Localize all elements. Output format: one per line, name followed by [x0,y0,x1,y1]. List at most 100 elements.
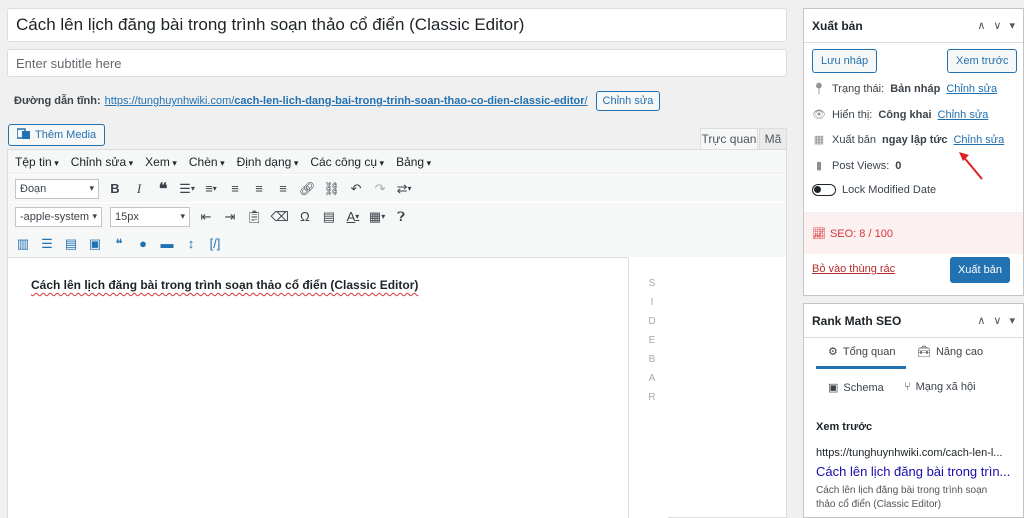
link-icon[interactable]: 🔗︎ [296,178,319,200]
collapse-icon[interactable]: ▾ [1009,19,1015,32]
post-views-row: ▮ Post Views: 0 [812,159,901,173]
undo-icon[interactable]: ↶ [345,178,367,200]
permalink-label: Đường dẫn tĩnh: [14,95,101,107]
toolbox-icon: 🧰︎ [917,346,931,358]
special-char-icon[interactable]: Ω [294,206,316,228]
text-color-icon[interactable]: A ▾ [342,206,364,228]
subtitle-input[interactable]: Enter subtitle here [7,49,787,77]
chevron-up-icon[interactable]: ∧ [977,314,985,327]
editor-content-area[interactable]: Cách lên lịch đăng bài trong trình soạn … [8,257,628,518]
preview-heading: Xem trước [816,421,873,433]
rank-math-title: Rank Math SEO [812,313,902,328]
visibility-row: 👁︎ Hiển thị: Công khai Chỉnh sửa [812,108,989,122]
gear-icon: ⚙︎ [828,346,838,358]
visibility-edit-link[interactable]: Chỉnh sửa [938,109,989,121]
move-to-trash-link[interactable]: Bỏ vào thùng rác [812,263,895,275]
clear-formatting-icon[interactable]: ⌫ [268,206,292,228]
block-left-icon[interactable]: ☰ [36,233,58,255]
align-center-icon[interactable]: ≡ [248,178,270,200]
publish-panel-header: Xuất bản ∧ ∨ ▾ [804,9,1023,43]
redo-icon[interactable]: ↷ [369,178,391,200]
lock-modified-row: Lock Modified Date [812,184,936,196]
bold-icon[interactable]: B [104,178,126,200]
post-title-input[interactable]: Cách lên lịch đăng bài trong trình soạn … [7,8,787,42]
image-box-icon[interactable]: ▣ [84,233,106,255]
publish-panel-title: Xuất bản [812,18,863,33]
collapse-icon[interactable]: ▾ [1009,314,1015,327]
add-media-button[interactable]: Thêm Media [8,124,106,146]
permalink-edit-button[interactable]: Chỉnh sửa [595,91,661,111]
rank-math-panel: Rank Math SEO ∧ ∨ ▾ ⚙︎ Tổng quan 🧰︎ Nâng c… [803,303,1024,518]
preview-button[interactable]: Xem trước [947,49,1018,73]
menu-tools[interactable]: Các công cụ [310,155,384,169]
sidebar-vertical-label: S I D E B A R [648,278,656,403]
tab-text[interactable]: Mã [759,128,787,150]
menu-view[interactable]: Xem [145,155,177,169]
tab-social[interactable]: ⑂ Mạng xã hội [904,381,976,393]
shortcode-icon[interactable]: [/] [204,233,226,255]
calendar-icon: ▦ [813,134,825,146]
menu-format[interactable]: Định dạng [237,155,299,169]
tab-advanced[interactable]: 🧰︎ Nâng cao [917,345,983,359]
eye-icon: 👁︎ [812,109,826,121]
schedule-row: ▦ Xuất bản ngay lập tức Chỉnh sửa [813,133,1005,147]
share-icon: ⑂ [904,381,911,393]
permalink-link[interactable]: https://tunghuynhwiki.com/cach-len-lich-… [105,95,588,107]
font-size-select[interactable]: 15px [110,206,190,227]
classic-editor: Tệp tin Chỉnh sửa Xem Chèn Định dạng Các… [7,149,787,518]
blockquote-icon[interactable]: ❝ [152,178,174,200]
active-tab-indicator [816,366,906,369]
unlink-icon[interactable]: ⛓ [321,178,344,200]
menu-file[interactable]: Tệp tin [15,155,59,169]
columns-icon[interactable]: ▥ [12,233,34,255]
notice-icon[interactable]: ● [132,233,154,255]
help-icon[interactable]: ❓︎ [390,206,412,228]
chevron-down-icon[interactable]: ∨ [993,19,1001,32]
font-family-select[interactable]: -apple-system [15,206,102,227]
menu-edit[interactable]: Chỉnh sửa [71,155,133,169]
tab-general[interactable]: ⚙︎ Tổng quan [828,345,895,359]
tab-schema[interactable]: ▣ Schema [828,381,884,395]
preview-description: Cách lên lịch đăng bài trong trình soạn … [816,485,988,510]
rank-math-header: Rank Math SEO ∧ ∨ ▾ [804,304,1023,338]
quote-box-icon[interactable]: ❝ [108,233,130,255]
lock-modified-toggle[interactable] [812,184,836,196]
numbered-list-icon[interactable]: ≡ ▾ [200,178,222,200]
media-icon [16,127,31,143]
tab-visual[interactable]: Trực quan [700,128,758,150]
add-media-label: Thêm Media [35,129,97,141]
outdent-icon[interactable]: ⇤ [195,206,217,228]
horizontal-line-icon[interactable]: ▤ [318,206,340,228]
menu-insert[interactable]: Chèn [189,155,225,169]
table-icon[interactable]: ▦ ▾ [366,206,388,228]
chevron-up-icon[interactable]: ∧ [977,19,985,32]
indent-icon[interactable]: ⇥ [219,206,241,228]
align-right-icon[interactable]: ≡ [272,178,294,200]
toolbar-row-1: Đoạn B I ❝ ☰▾ ≡▾ ≡ ≡ ≡ 🔗︎ ⛓ ↶ ↷ ⇄▾ [8,175,786,202]
spacer-icon[interactable]: ↕ [180,233,202,255]
menu-table[interactable]: Bảng [396,155,431,169]
paste-text-icon[interactable]: 📋︎ [243,206,266,228]
editor-content-text: Cách lên lịch đăng bài trong trình soạn … [31,278,419,292]
preview-title[interactable]: Cách lên lịch đăng bài trong trìn... [816,464,1010,479]
toolbar-row-3: ▥ ☰ ▤ ▣ ❝ ● ▬ ↕ [/] [8,230,786,257]
toggle-toolbar-icon[interactable]: ⇄ ▾ [393,178,415,200]
bullet-list-icon[interactable]: ☰ ▾ [176,178,198,200]
pin-icon: 📍︎ [812,83,826,95]
schema-icon: ▣ [828,382,839,394]
publish-button[interactable]: Xuất bản [950,257,1010,283]
publish-panel: Xuất bản ∧ ∨ ▾ Lưu nháp Xem trước 📍︎ Trạ… [803,8,1024,296]
block-list-icon[interactable]: ▤ [60,233,82,255]
toolbar-row-2: -apple-system 15px ⇤ ⇥ 📋︎ ⌫ Ω ▤ A▾ ▦▾ ❓︎ [8,203,786,230]
italic-icon[interactable]: I [128,178,150,200]
format-select[interactable]: Đoạn [15,178,99,199]
align-left-icon[interactable]: ≡ [224,178,246,200]
schedule-edit-link[interactable]: Chỉnh sửa [953,134,1004,146]
button-icon[interactable]: ▬ [156,233,178,255]
chevron-down-icon[interactable]: ∨ [993,314,1001,327]
bar-chart-icon: ▮ [815,160,823,172]
status-row: 📍︎ Trạng thái: Bản nháp Chỉnh sửa [812,82,998,96]
save-draft-button[interactable]: Lưu nháp [812,49,878,73]
seo-score[interactable]: 📈︎ SEO: 8 / 100 [804,212,1023,254]
status-edit-link[interactable]: Chỉnh sửa [946,83,997,95]
